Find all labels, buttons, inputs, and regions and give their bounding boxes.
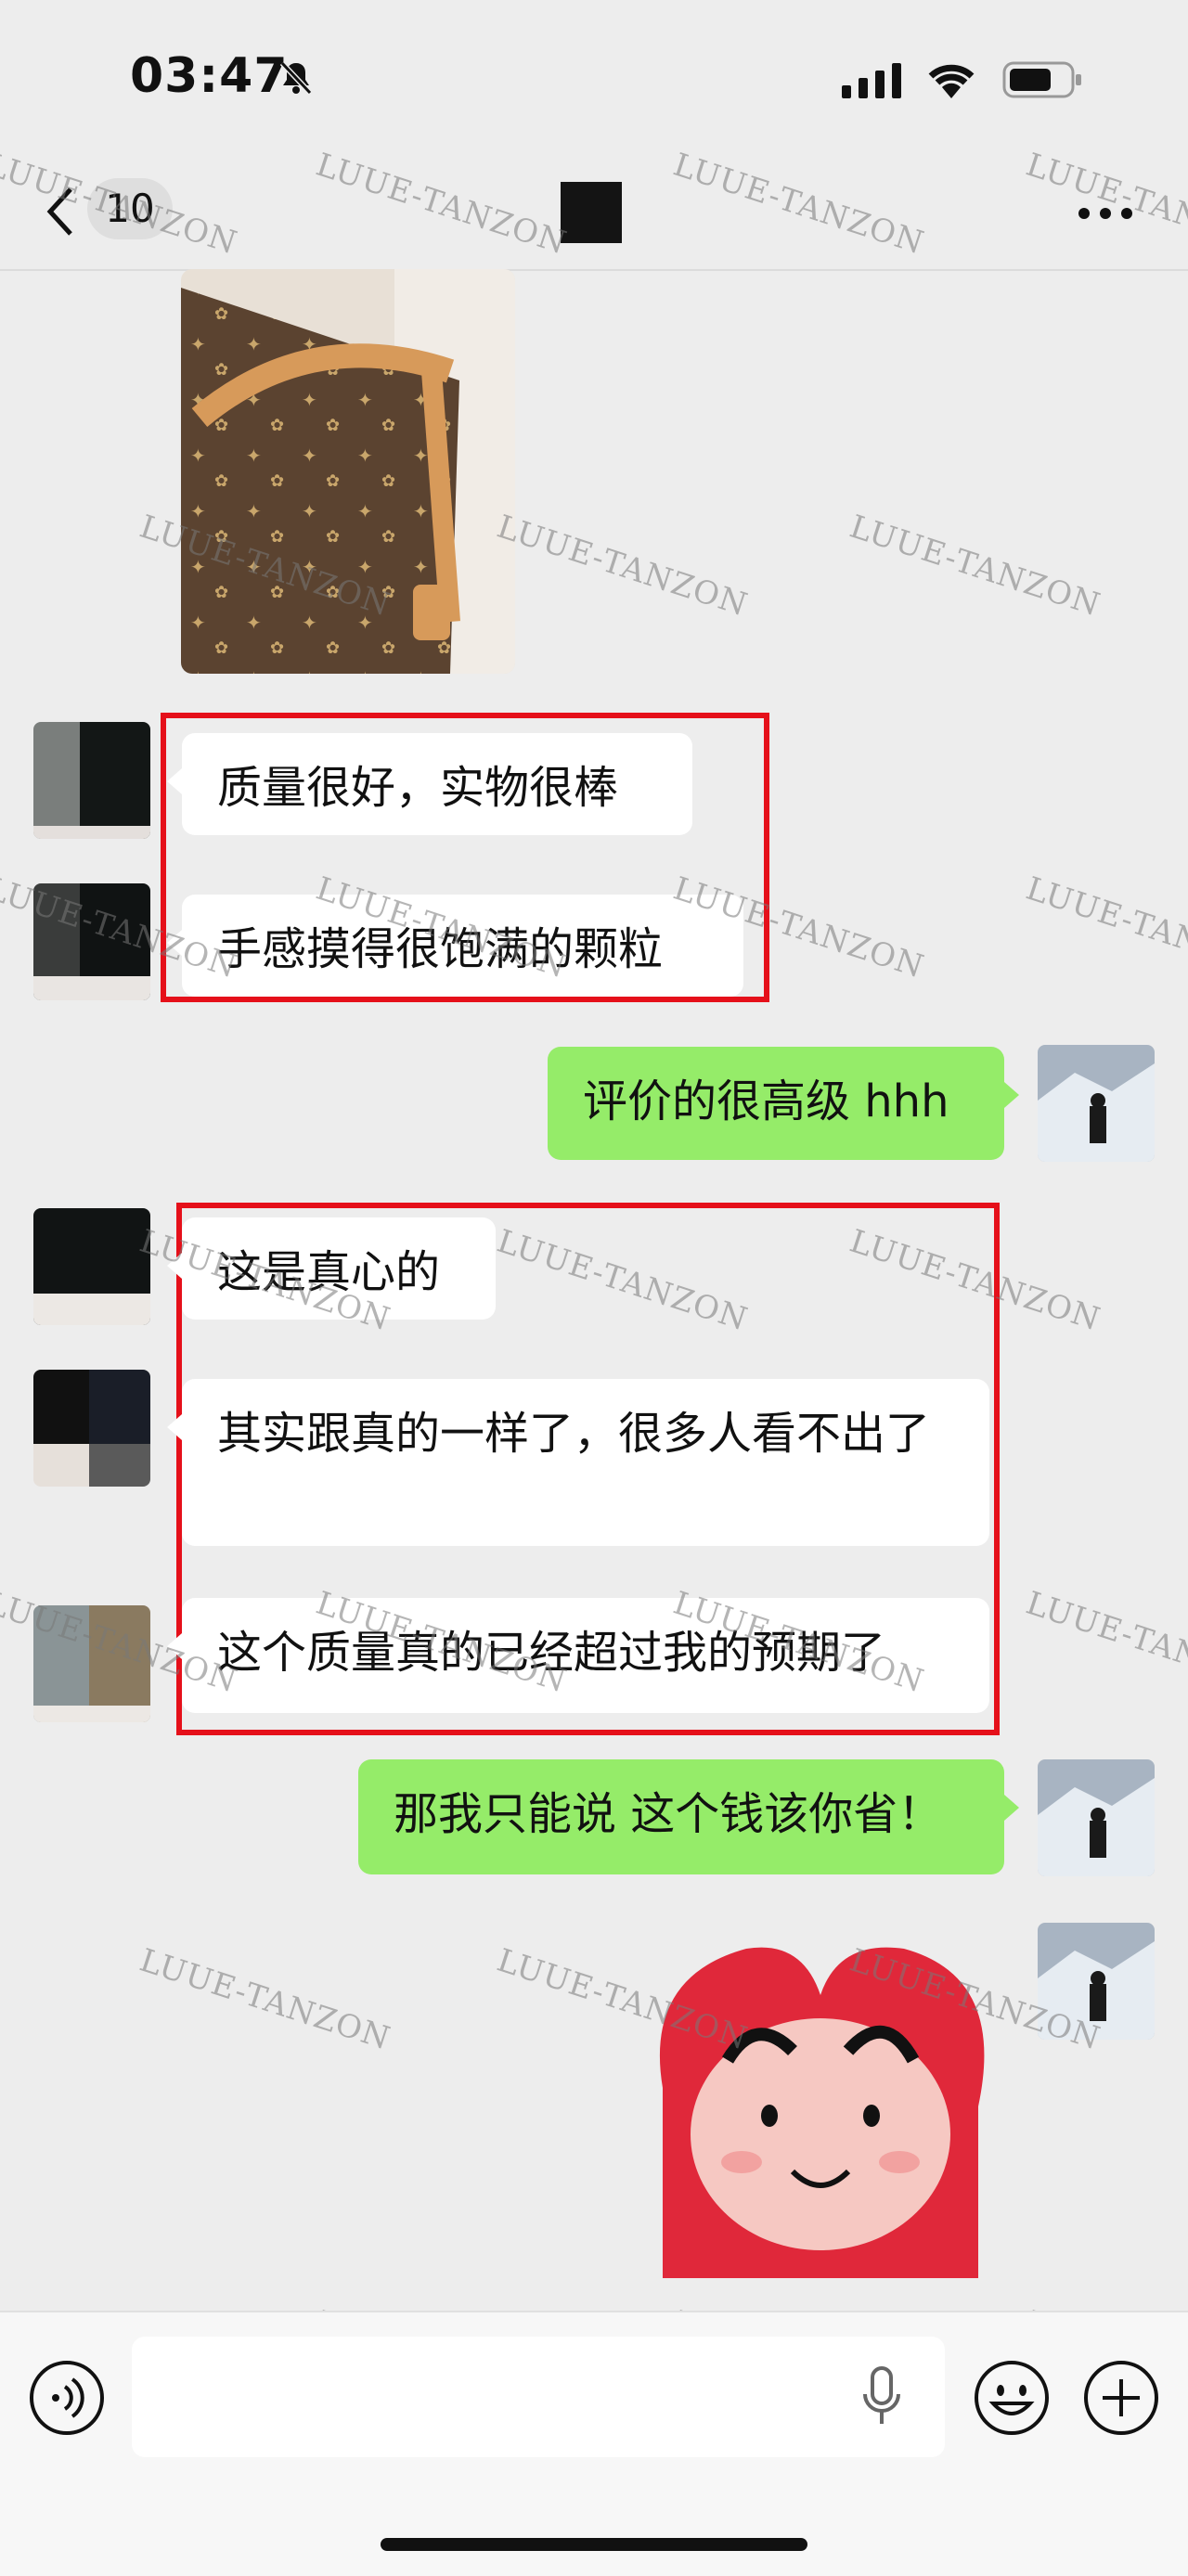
my-avatar[interactable] <box>1038 1759 1155 1876</box>
avatar[interactable] <box>33 1208 150 1325</box>
message-input[interactable] <box>132 2337 945 2457</box>
watermark: LUUE-TANZON <box>1021 869 1188 986</box>
wifi-icon <box>928 64 975 98</box>
watermark: LUUE-TANZON <box>492 508 753 625</box>
plus-icon[interactable] <box>1082 2359 1160 2437</box>
message-bubble[interactable]: 其实跟真的一样了，很多人看不出了 <box>167 1379 989 1546</box>
voice-icon[interactable] <box>28 2359 106 2437</box>
input-bar <box>0 2311 1188 2576</box>
watermark: LUUE-TANZON <box>1021 1584 1188 1701</box>
watermark: LUUE-TANZON <box>135 1941 395 2058</box>
mic-icon[interactable] <box>861 2364 902 2429</box>
message-bubble[interactable]: 质量很好，实物很棒 <box>167 733 692 835</box>
message-text: 评价的很高级 hhh <box>583 1075 949 1127</box>
status-bar: 03:47 <box>0 0 1188 158</box>
message-text: 那我只能说 这个钱该你省！ <box>394 1788 943 1840</box>
status-time: 03:47 <box>130 48 289 104</box>
avatar[interactable] <box>33 1370 150 1487</box>
handbag-photo[interactable]: ✦ ✿ <box>181 269 515 674</box>
bell-muted-icon <box>279 60 313 96</box>
home-indicator <box>381 2538 807 2551</box>
my-avatar[interactable] <box>1038 1045 1155 1162</box>
battery-icon <box>1002 61 1081 98</box>
message-bubble[interactable]: 评价的很高级 hhh <box>548 1047 1019 1160</box>
watermark: LUUE-TANZON <box>845 508 1105 625</box>
avatar[interactable] <box>33 722 150 839</box>
chat-title-redacted <box>561 182 622 243</box>
message-bubble[interactable]: 那我只能说 这个钱该你省！ <box>358 1759 1019 1874</box>
signal-icon <box>842 63 901 98</box>
message-text: 质量很好，实物很棒 <box>217 762 619 814</box>
message-text: 其实跟真的一样了，很多人看不出了 <box>217 1408 931 1460</box>
emoji-icon[interactable] <box>973 2359 1051 2437</box>
